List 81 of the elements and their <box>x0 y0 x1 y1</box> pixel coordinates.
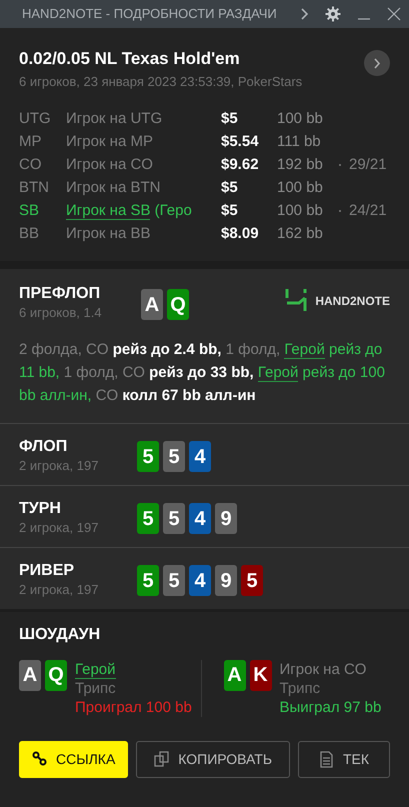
street-info: 2 игрока, 197 <box>19 456 100 475</box>
player-stats: 24/21 <box>349 201 387 221</box>
playing-card: 4 <box>189 441 211 472</box>
playing-card: 9 <box>215 565 237 596</box>
settings-icon[interactable] <box>325 6 341 22</box>
logo-text: HAND2NOTE <box>315 293 390 310</box>
player-position: CO <box>19 155 42 175</box>
stack-bb: 100 bb <box>277 178 324 198</box>
player-name: Игрок на CO <box>280 660 366 678</box>
hand-rank: Трипс <box>280 678 322 698</box>
player-name: Игрок на BTN <box>66 179 160 196</box>
separator-dot <box>339 164 341 166</box>
street-title: ПРЕФЛОП <box>19 285 102 303</box>
document-icon <box>318 750 335 768</box>
playing-card: A <box>19 660 41 691</box>
playing-card: 5 <box>137 503 159 534</box>
stack-amount: $5 <box>221 201 239 221</box>
next-button[interactable] <box>364 50 390 76</box>
player-position: MP <box>19 132 42 152</box>
street-title: ТУРН <box>19 500 62 518</box>
copy-icon <box>154 750 170 768</box>
street-info: 6 игроков, 1.4 <box>19 304 103 322</box>
separator-dot <box>339 210 341 212</box>
street-info: 2 игрока, 197 <box>19 580 100 599</box>
action-button[interactable]: ТЕК <box>298 740 390 778</box>
playing-card: Q <box>167 289 189 320</box>
playing-card: 4 <box>189 503 211 534</box>
street-info: 2 игрока, 197 <box>19 518 100 537</box>
action-summary: 2 фолда, CO рейз до 2.4 bb, 1 фолд, Герой рейз до 11 bb, 1 фолд, CO рейз до 33 bb, Герой рейз до 100 bb алл-ин, CO колл 67 bb алл-ин <box>19 340 386 406</box>
result-text: Выиграл 97 bb <box>280 698 382 717</box>
stack-amount: $8.09 <box>221 224 260 244</box>
player-name: Игрок на MP <box>66 133 153 150</box>
playing-card: A <box>224 660 246 691</box>
stack-amount: $5.54 <box>221 132 260 152</box>
stack-bb: 100 bb <box>277 201 324 221</box>
close-icon[interactable] <box>387 7 401 21</box>
playing-card: Q <box>45 660 67 691</box>
player-position: SB <box>19 201 40 221</box>
street-title: ФЛОП <box>19 438 68 456</box>
street-title: РИВЕР <box>19 562 76 580</box>
playing-card: 5 <box>163 565 185 596</box>
action-button[interactable]: КОПИРОВАТЬ <box>136 740 290 778</box>
logo-icon <box>285 289 308 313</box>
stack-amount: $9.62 <box>221 155 260 175</box>
player-position: UTG <box>19 109 52 129</box>
player-position: BTN <box>19 178 50 198</box>
chevron-right-icon <box>374 58 380 68</box>
playing-card: 4 <box>189 565 211 596</box>
hand-title: 0.02/0.05 NL Texas Hold'em <box>19 48 241 70</box>
hero-link[interactable]: Герой <box>284 341 325 360</box>
stack-bb: 192 bb <box>277 155 324 175</box>
playing-card: 5 <box>137 441 159 472</box>
hand-rank: Трипс <box>75 678 117 698</box>
stack-bb: 162 bb <box>277 224 324 244</box>
playing-card: 5 <box>241 565 263 596</box>
playing-card: 5 <box>137 565 159 596</box>
hero-link[interactable]: Герой <box>258 364 298 382</box>
playing-card: 5 <box>163 441 185 472</box>
chevron-right-icon[interactable] <box>299 7 309 21</box>
stack-bb: 100 bb <box>277 109 324 129</box>
player-name-link[interactable]: Герой <box>75 660 116 679</box>
stack-amount: $5 <box>221 178 239 198</box>
player-position: BB <box>19 224 40 244</box>
player-name: Игрок на UTG <box>66 110 162 127</box>
player-name: Игрок на BB <box>66 225 150 242</box>
playing-card: K <box>250 660 272 691</box>
link-icon <box>32 750 48 768</box>
hand-info: 6 игроков, 23 января 2023 23:53:39, PokerStars <box>19 72 304 91</box>
player-stats: 29/21 <box>349 155 387 175</box>
player-name: Игрок на CO <box>66 156 153 173</box>
playing-card: 5 <box>163 503 185 534</box>
playing-card: A <box>141 289 163 320</box>
action-button[interactable]: ССЫЛКА <box>19 740 128 778</box>
player-name-link[interactable]: Игрок на SB <box>66 202 150 220</box>
window-title: HAND2NOTE - ПОДРОБНОСТИ РАЗДАЧИ <box>22 5 278 24</box>
result-text: Проиграл 100 bb <box>75 698 192 717</box>
player-note: (Геро <box>154 202 192 219</box>
playing-card: 9 <box>215 503 237 534</box>
section-title: ШОУДАУН <box>19 626 102 644</box>
stack-amount: $5 <box>221 109 239 129</box>
stack-bb: 111 bb <box>277 132 322 152</box>
